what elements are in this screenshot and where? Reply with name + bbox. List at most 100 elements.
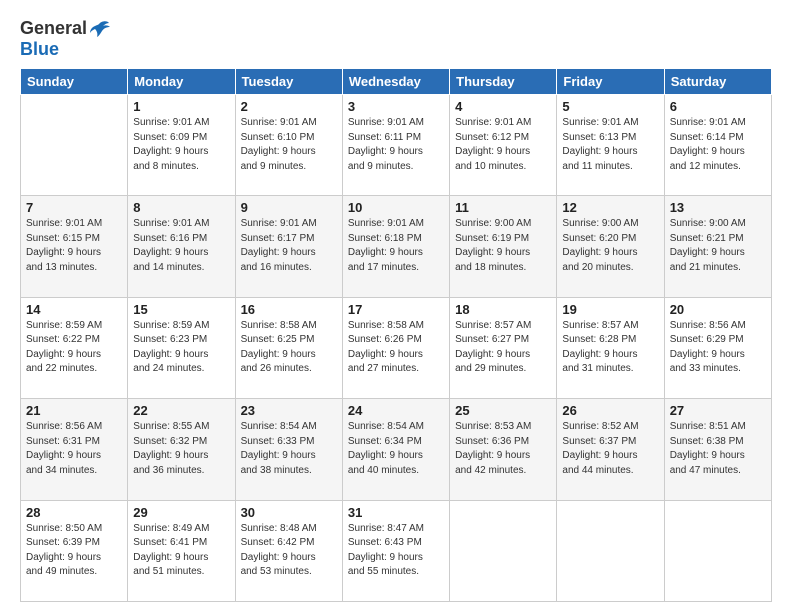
day-cell: 17 Sunrise: 8:58 AM Sunset: 6:26 PM Dayli… <box>342 297 449 398</box>
day-number: 26 <box>562 403 658 418</box>
day-cell: 6Sunrise: 9:01 AM Sunset: 6:14 PM Daylig… <box>664 95 771 196</box>
day-number: 7 <box>26 200 122 215</box>
day-info: Sunrise: 9:01 AM Sunset: 6:15 PM Dayligh… <box>26 217 122 275</box>
day-number: 8 <box>133 200 229 215</box>
day-number: 24 <box>348 403 444 418</box>
day-info: Sunrise: 9:00 AM Sunset: 6:21 PM Dayligh… <box>670 217 766 275</box>
day-info: Sunrise: 9:01 AM Sunset: 6:16 PM Dayligh… <box>133 217 229 275</box>
logo: General Blue <box>20 18 111 60</box>
day-cell: 7 Sunrise: 9:01 AM Sunset: 6:15 PM Daylig… <box>21 196 128 297</box>
week-row-4: 21 Sunrise: 8:56 AM Sunset: 6:31 PM Dayli… <box>21 399 772 500</box>
day-info: Sunrise: 9:01 AM Sunset: 6:10 PM Dayligh… <box>241 116 337 174</box>
day-number: 16 <box>241 302 337 317</box>
day-info: Sunrise: 8:56 AM Sunset: 6:31 PM Dayligh… <box>26 420 122 478</box>
day-info: Sunrise: 9:01 AM Sunset: 6:11 PM Dayligh… <box>348 116 444 174</box>
day-cell: 12 Sunrise: 9:00 AM Sunset: 6:20 PM Dayli… <box>557 196 664 297</box>
day-info: Sunrise: 9:01 AM Sunset: 6:17 PM Dayligh… <box>241 217 337 275</box>
week-row-3: 14 Sunrise: 8:59 AM Sunset: 6:22 PM Dayli… <box>21 297 772 398</box>
day-info: Sunrise: 9:00 AM Sunset: 6:20 PM Dayligh… <box>562 217 658 275</box>
day-number: 25 <box>455 403 551 418</box>
day-cell: 16 Sunrise: 8:58 AM Sunset: 6:25 PM Dayli… <box>235 297 342 398</box>
day-info: Sunrise: 8:54 AM Sunset: 6:33 PM Dayligh… <box>241 420 337 478</box>
day-info: Sunrise: 8:55 AM Sunset: 6:32 PM Dayligh… <box>133 420 229 478</box>
day-header-friday: Friday <box>557 69 664 95</box>
day-info: Sunrise: 8:47 AM Sunset: 6:43 PM Dayligh… <box>348 522 444 580</box>
day-number: 12 <box>562 200 658 215</box>
day-cell: 13 Sunrise: 9:00 AM Sunset: 6:21 PM Dayli… <box>664 196 771 297</box>
day-number: 10 <box>348 200 444 215</box>
day-header-saturday: Saturday <box>664 69 771 95</box>
day-cell: 1 Sunrise: 9:01 AM Sunset: 6:09 PM Daylig… <box>128 95 235 196</box>
day-cell: 20 Sunrise: 8:56 AM Sunset: 6:29 PM Dayli… <box>664 297 771 398</box>
day-cell: 9 Sunrise: 9:01 AM Sunset: 6:17 PM Daylig… <box>235 196 342 297</box>
day-cell: 23 Sunrise: 8:54 AM Sunset: 6:33 PM Dayli… <box>235 399 342 500</box>
day-number: 22 <box>133 403 229 418</box>
day-info: Sunrise: 8:56 AM Sunset: 6:29 PM Dayligh… <box>670 319 766 377</box>
day-info: Sunrise: 8:57 AM Sunset: 6:27 PM Dayligh… <box>455 319 551 377</box>
day-cell: 24 Sunrise: 8:54 AM Sunset: 6:34 PM Dayli… <box>342 399 449 500</box>
day-header-tuesday: Tuesday <box>235 69 342 95</box>
week-row-2: 7 Sunrise: 9:01 AM Sunset: 6:15 PM Daylig… <box>21 196 772 297</box>
calendar-body: 1 Sunrise: 9:01 AM Sunset: 6:09 PM Daylig… <box>21 95 772 602</box>
day-info: Sunrise: 9:01 AM Sunset: 6:09 PM Dayligh… <box>133 116 229 174</box>
day-cell: 27Sunrise: 8:51 AM Sunset: 6:38 PM Dayli… <box>664 399 771 500</box>
day-cell: 31 Sunrise: 8:47 AM Sunset: 6:43 PM Dayli… <box>342 500 449 601</box>
day-number: 13 <box>670 200 766 215</box>
logo-blue-text: Blue <box>20 39 59 59</box>
day-info: Sunrise: 8:59 AM Sunset: 6:23 PM Dayligh… <box>133 319 229 377</box>
day-cell <box>21 95 128 196</box>
day-number: 29 <box>133 505 229 520</box>
day-cell: 25 Sunrise: 8:53 AM Sunset: 6:36 PM Dayli… <box>450 399 557 500</box>
day-info: Sunrise: 9:01 AM Sunset: 6:12 PM Dayligh… <box>455 116 551 174</box>
day-info: Sunrise: 9:01 AM Sunset: 6:13 PM Dayligh… <box>562 116 658 174</box>
day-info: Sunrise: 9:01 AM Sunset: 6:18 PM Dayligh… <box>348 217 444 275</box>
day-info: Sunrise: 9:00 AM Sunset: 6:19 PM Dayligh… <box>455 217 551 275</box>
day-cell: 19Sunrise: 8:57 AM Sunset: 6:28 PM Dayli… <box>557 297 664 398</box>
day-header-monday: Monday <box>128 69 235 95</box>
day-cell: 11 Sunrise: 9:00 AM Sunset: 6:19 PM Dayli… <box>450 196 557 297</box>
day-number: 5 <box>562 99 658 114</box>
day-number: 28 <box>26 505 122 520</box>
day-cell: 30Sunrise: 8:48 AM Sunset: 6:42 PM Dayli… <box>235 500 342 601</box>
day-number: 9 <box>241 200 337 215</box>
day-cell: 21 Sunrise: 8:56 AM Sunset: 6:31 PM Dayli… <box>21 399 128 500</box>
day-number: 14 <box>26 302 122 317</box>
logo-general-text: General <box>20 18 87 39</box>
day-info: Sunrise: 8:58 AM Sunset: 6:25 PM Dayligh… <box>241 319 337 377</box>
day-number: 21 <box>26 403 122 418</box>
header: General Blue <box>20 18 772 60</box>
week-row-5: 28Sunrise: 8:50 AM Sunset: 6:39 PM Dayli… <box>21 500 772 601</box>
day-number: 4 <box>455 99 551 114</box>
day-number: 1 <box>133 99 229 114</box>
day-cell: 26Sunrise: 8:52 AM Sunset: 6:37 PM Dayli… <box>557 399 664 500</box>
day-cell: 14 Sunrise: 8:59 AM Sunset: 6:22 PM Dayli… <box>21 297 128 398</box>
day-header-thursday: Thursday <box>450 69 557 95</box>
day-cell: 2Sunrise: 9:01 AM Sunset: 6:10 PM Daylig… <box>235 95 342 196</box>
day-header-wednesday: Wednesday <box>342 69 449 95</box>
day-cell <box>664 500 771 601</box>
day-number: 3 <box>348 99 444 114</box>
calendar-table: SundayMondayTuesdayWednesdayThursdayFrid… <box>20 68 772 602</box>
day-number: 27 <box>670 403 766 418</box>
day-number: 11 <box>455 200 551 215</box>
day-info: Sunrise: 8:58 AM Sunset: 6:26 PM Dayligh… <box>348 319 444 377</box>
day-number: 18 <box>455 302 551 317</box>
week-row-1: 1 Sunrise: 9:01 AM Sunset: 6:09 PM Daylig… <box>21 95 772 196</box>
day-info: Sunrise: 8:59 AM Sunset: 6:22 PM Dayligh… <box>26 319 122 377</box>
day-info: Sunrise: 8:57 AM Sunset: 6:28 PM Dayligh… <box>562 319 658 377</box>
page: General Blue SundayMondayTuesdayWednesda… <box>0 0 792 612</box>
day-number: 17 <box>348 302 444 317</box>
day-number: 23 <box>241 403 337 418</box>
day-number: 31 <box>348 505 444 520</box>
day-cell: 8 Sunrise: 9:01 AM Sunset: 6:16 PM Daylig… <box>128 196 235 297</box>
day-number: 15 <box>133 302 229 317</box>
day-cell: 3 Sunrise: 9:01 AM Sunset: 6:11 PM Daylig… <box>342 95 449 196</box>
day-info: Sunrise: 8:53 AM Sunset: 6:36 PM Dayligh… <box>455 420 551 478</box>
day-cell: 28Sunrise: 8:50 AM Sunset: 6:39 PM Dayli… <box>21 500 128 601</box>
day-number: 20 <box>670 302 766 317</box>
day-headers-row: SundayMondayTuesdayWednesdayThursdayFrid… <box>21 69 772 95</box>
day-info: Sunrise: 8:54 AM Sunset: 6:34 PM Dayligh… <box>348 420 444 478</box>
day-cell: 22 Sunrise: 8:55 AM Sunset: 6:32 PM Dayli… <box>128 399 235 500</box>
day-cell: 5 Sunrise: 9:01 AM Sunset: 6:13 PM Daylig… <box>557 95 664 196</box>
day-info: Sunrise: 8:49 AM Sunset: 6:41 PM Dayligh… <box>133 522 229 580</box>
